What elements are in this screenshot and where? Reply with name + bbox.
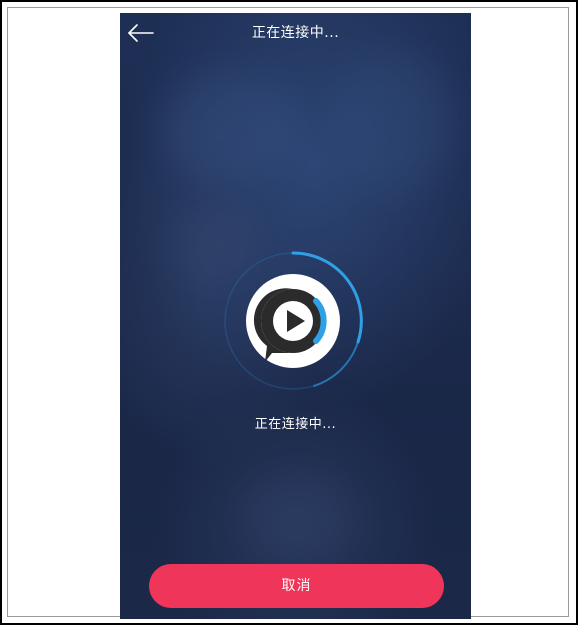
page-title: 正在连接中...: [251, 25, 340, 41]
play-chat-logo-icon: [246, 274, 340, 368]
background-blur: [240, 473, 360, 563]
status-text: 正在连接中...: [254, 417, 337, 432]
cancel-button[interactable]: 取消: [149, 564, 444, 608]
connecting-loader: [218, 246, 368, 396]
connecting-screen: 正在连接中... 正在连接中... 取消: [120, 13, 471, 619]
background-blur: [330, 53, 450, 193]
background-blur: [160, 73, 300, 183]
nav-bar: 正在连接中...: [120, 13, 471, 53]
